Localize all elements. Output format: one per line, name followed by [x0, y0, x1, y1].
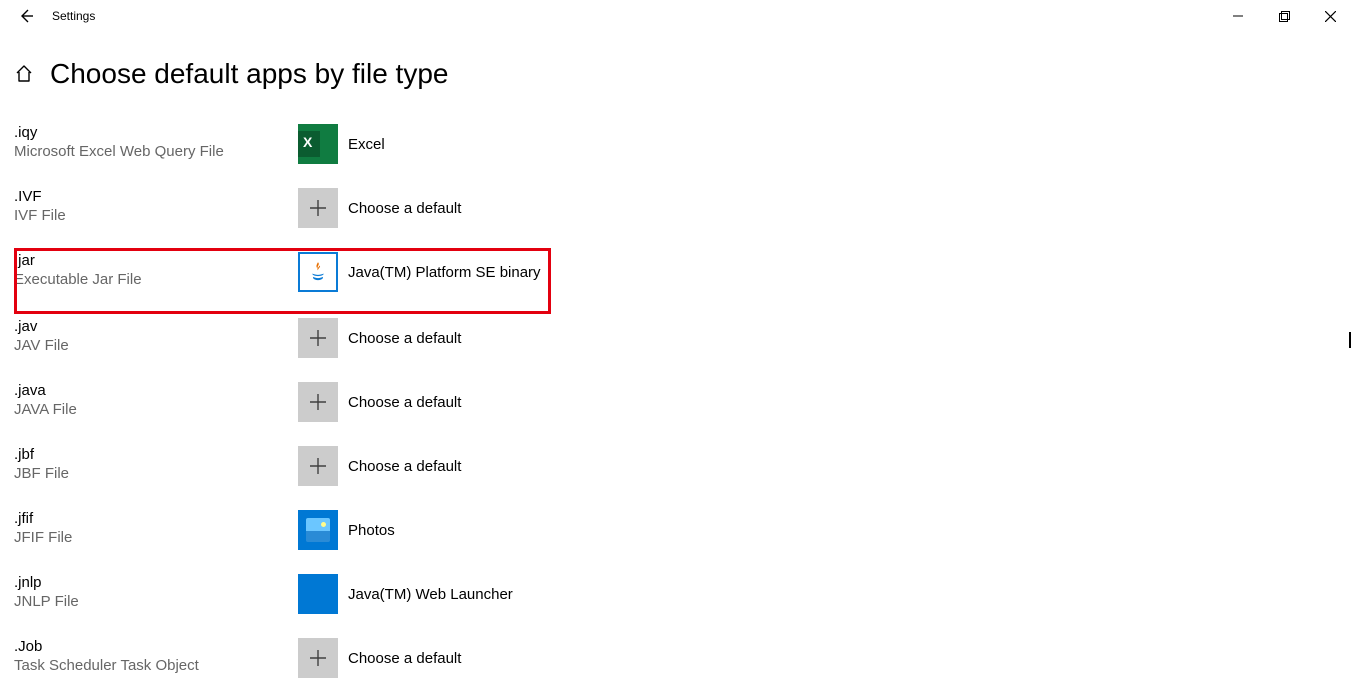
scrollbar-thumb[interactable] [1349, 332, 1351, 348]
file-type-info: .iqy Microsoft Excel Web Query File [14, 120, 298, 160]
default-app-label: Choose a default [348, 650, 461, 667]
plus-icon [298, 382, 338, 422]
file-extension: .jnlp [14, 574, 298, 591]
file-type-row: .jbf JBF File Choose a default [14, 442, 1353, 506]
maximize-button[interactable] [1261, 0, 1307, 32]
file-type-row: .IVF IVF File Choose a default [14, 184, 1353, 248]
default-app-button[interactable]: Java(TM) Platform SE binary [298, 248, 541, 292]
default-app-label: Choose a default [348, 330, 461, 347]
default-app-button[interactable]: Choose a default [298, 634, 461, 678]
file-type-row: .Job Task Scheduler Task Object Choose a d… [14, 634, 1353, 698]
close-button[interactable] [1307, 0, 1353, 32]
titlebar-left: Settings [0, 8, 95, 24]
file-type-description: Executable Jar File [14, 271, 298, 288]
plus-icon [298, 188, 338, 228]
file-type-description: Task Scheduler Task Object [14, 657, 298, 674]
file-type-description: JNLP File [14, 593, 298, 610]
default-app-button[interactable]: Excel [298, 120, 385, 164]
file-type-row: .jav JAV File Choose a default [14, 314, 1353, 378]
file-type-description: JAVA File [14, 401, 298, 418]
minimize-button[interactable] [1215, 0, 1261, 32]
page-header: Choose default apps by file type [0, 58, 1353, 90]
plus-icon [298, 318, 338, 358]
file-extension: .jav [14, 318, 298, 335]
plus-icon [298, 446, 338, 486]
file-type-info: .java JAVA File [14, 378, 298, 418]
default-app-button[interactable]: Choose a default [298, 378, 461, 422]
file-type-info: .jbf JBF File [14, 442, 298, 482]
file-type-info: .jfif JFIF File [14, 506, 298, 546]
default-app-label: Choose a default [348, 458, 461, 475]
file-type-row: .iqy Microsoft Excel Web Query File Excel [14, 120, 1353, 184]
default-app-button[interactable]: Choose a default [298, 442, 461, 486]
default-app-button[interactable]: Choose a default [298, 184, 461, 228]
app-title: Settings [52, 9, 95, 23]
file-type-row: .jnlp JNLP File Java(TM) Web Launcher [14, 570, 1353, 634]
file-extension: .java [14, 382, 298, 399]
page-title: Choose default apps by file type [50, 58, 448, 90]
window-controls [1215, 0, 1353, 32]
default-app-label: Photos [348, 522, 395, 539]
file-extension: .jar [14, 252, 298, 269]
window-titlebar: Settings [0, 0, 1353, 32]
file-extension: .IVF [14, 188, 298, 205]
jnlp-icon [298, 574, 338, 614]
file-type-list: .iqy Microsoft Excel Web Query File Excel.… [0, 120, 1353, 698]
file-type-description: Microsoft Excel Web Query File [14, 143, 298, 160]
default-app-label: Choose a default [348, 200, 461, 217]
home-icon[interactable] [14, 64, 34, 84]
file-type-row: .jar Executable Jar File Java(TM) Platform… [14, 248, 551, 314]
default-app-button[interactable]: Choose a default [298, 314, 461, 358]
file-type-row: .java JAVA File Choose a default [14, 378, 1353, 442]
photos-icon [298, 510, 338, 550]
file-extension: .jbf [14, 446, 298, 463]
file-type-description: JFIF File [14, 529, 298, 546]
file-extension: .iqy [14, 124, 298, 141]
java-icon [298, 252, 338, 292]
file-type-info: .IVF IVF File [14, 184, 298, 224]
plus-icon [298, 638, 338, 678]
file-type-info: .jav JAV File [14, 314, 298, 354]
default-app-button[interactable]: Photos [298, 506, 395, 550]
file-type-info: .jar Executable Jar File [14, 248, 298, 288]
default-app-label: Java(TM) Web Launcher [348, 586, 513, 603]
file-extension: .Job [14, 638, 298, 655]
file-type-info: .jnlp JNLP File [14, 570, 298, 610]
file-type-description: JAV File [14, 337, 298, 354]
default-app-label: Choose a default [348, 394, 461, 411]
file-type-info: .Job Task Scheduler Task Object [14, 634, 298, 674]
back-button[interactable] [18, 8, 34, 24]
file-type-description: IVF File [14, 207, 298, 224]
excel-icon [298, 124, 338, 164]
file-extension: .jfif [14, 510, 298, 527]
default-app-label: Excel [348, 136, 385, 153]
default-app-button[interactable]: Java(TM) Web Launcher [298, 570, 513, 614]
default-app-label: Java(TM) Platform SE binary [348, 264, 541, 281]
file-type-row: .jfif JFIF File Photos [14, 506, 1353, 570]
file-type-description: JBF File [14, 465, 298, 482]
